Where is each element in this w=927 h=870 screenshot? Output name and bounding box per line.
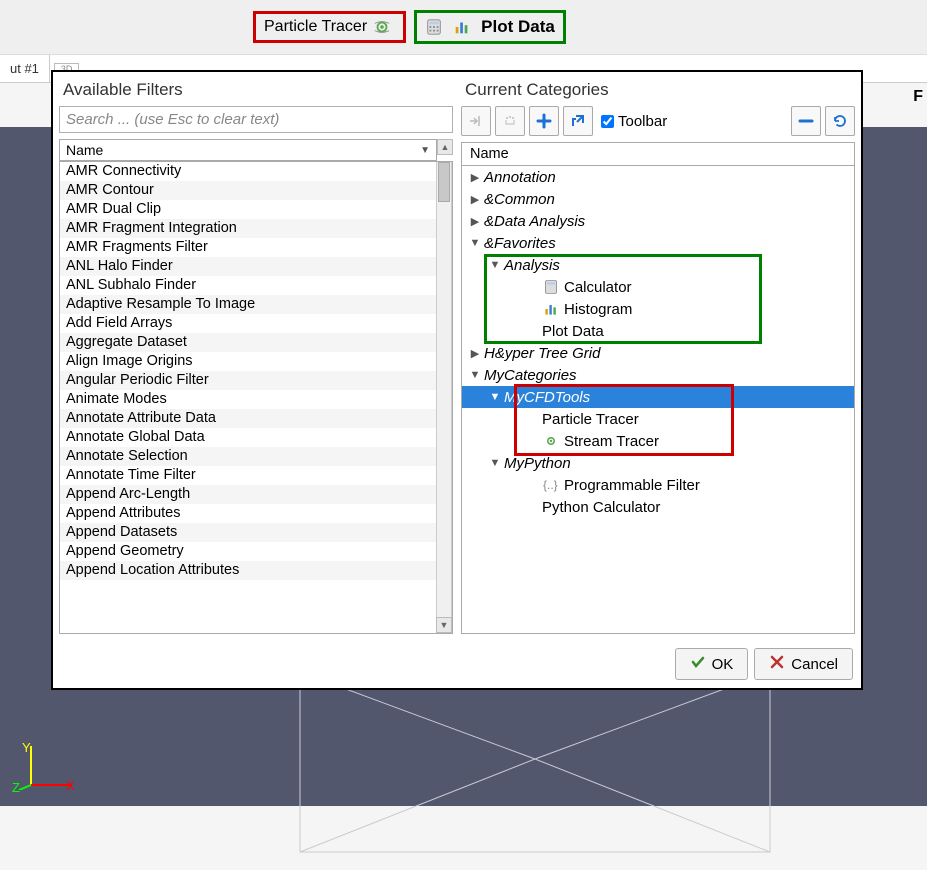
dialog-footer: OK Cancel — [53, 640, 861, 688]
toolbar-group-plot-data[interactable]: Plot Data — [414, 10, 566, 44]
search-input[interactable] — [59, 106, 453, 133]
filter-row[interactable]: ANL Subhalo Finder — [60, 276, 436, 295]
toolbar-group-particle-tracer[interactable]: Particle Tracer — [253, 11, 406, 43]
tree-name-header[interactable]: Name — [462, 143, 854, 166]
filter-row[interactable]: Annotate Time Filter — [60, 466, 436, 485]
filter-row[interactable]: Adaptive Resample To Image — [60, 295, 436, 314]
tree-item-particle-tracer[interactable]: Particle Tracer — [462, 408, 854, 430]
current-categories-panel: Current Categories Toolbar Name ▶Annotat… — [461, 78, 855, 634]
ok-check-icon — [690, 654, 706, 674]
filter-row[interactable]: AMR Contour — [60, 181, 436, 200]
cancel-button[interactable]: Cancel — [754, 648, 853, 680]
calculator-icon — [542, 278, 560, 296]
filter-row[interactable]: Append Geometry — [60, 542, 436, 561]
collapse-arrow-icon[interactable]: ▼ — [488, 457, 502, 469]
filter-row[interactable]: Append Attributes — [60, 504, 436, 523]
collapse-arrow-icon[interactable]: ▼ — [488, 391, 502, 403]
sort-indicator-icon: ▼ — [420, 145, 430, 156]
collapse-arrow-icon[interactable]: ▼ — [468, 369, 482, 381]
tree-item-programmable-filter[interactable]: {..}Programmable Filter — [462, 474, 854, 496]
tree-item-common[interactable]: ▶&Common — [462, 188, 854, 210]
right-marker: F — [913, 88, 923, 106]
filter-row[interactable]: Append Location Attributes — [60, 561, 436, 580]
tree-item-annotation[interactable]: ▶Annotation — [462, 166, 854, 188]
filters-name-header[interactable]: Name ▼ — [59, 139, 437, 161]
tree-item-my-cfd-tools[interactable]: ▼MyCFDTools — [462, 386, 854, 408]
histogram-icon — [542, 300, 560, 318]
tree-item-my-python[interactable]: ▼MyPython — [462, 452, 854, 474]
tree-item-favorites[interactable]: ▼&Favorites — [462, 232, 854, 254]
toolbar-checkbox[interactable]: Toolbar — [601, 113, 667, 130]
filters-dialog: Available Filters Name ▼ ▲ AMR Connectiv… — [51, 70, 863, 690]
scroll-down-button[interactable]: ▼ — [436, 617, 452, 633]
filter-row[interactable]: AMR Fragments Filter — [60, 238, 436, 257]
expand-arrow-icon[interactable]: ▶ — [468, 193, 482, 206]
filter-row[interactable]: Animate Modes — [60, 390, 436, 409]
available-filters-title: Available Filters — [63, 80, 451, 100]
application-toolbar: Particle Tracer Plot Data — [0, 0, 927, 55]
add-button[interactable] — [529, 106, 559, 136]
calculator-icon — [425, 18, 443, 36]
stream-tracer-icon — [373, 18, 391, 36]
cancel-x-icon — [769, 654, 785, 674]
histogram-icon — [453, 18, 471, 36]
tree-item-hyper-tree-grid[interactable]: ▶H&yper Tree Grid — [462, 342, 854, 364]
wireframe-box — [295, 667, 775, 867]
grab-button[interactable] — [495, 106, 525, 136]
export-button[interactable] — [563, 106, 593, 136]
expand-arrow-icon[interactable]: ▶ — [468, 171, 482, 184]
filter-row[interactable]: Angular Periodic Filter — [60, 371, 436, 390]
ok-button[interactable]: OK — [675, 648, 749, 680]
available-filters-panel: Available Filters Name ▼ ▲ AMR Connectiv… — [59, 78, 453, 634]
tree-item-analysis[interactable]: ▼Analysis — [462, 254, 854, 276]
scrollbar[interactable]: ▼ — [436, 162, 452, 633]
svg-text:{..}: {..} — [543, 478, 558, 492]
filter-row[interactable]: Annotate Global Data — [60, 428, 436, 447]
tree-item-plot-data[interactable]: Plot Data — [462, 320, 854, 342]
scroll-thumb[interactable] — [438, 162, 450, 202]
filter-row[interactable]: AMR Connectivity — [60, 162, 436, 181]
collapse-arrow-icon[interactable]: ▼ — [488, 259, 502, 271]
tree-item-python-calculator[interactable]: Python Calculator — [462, 496, 854, 518]
tree-item-stream-tracer[interactable]: Stream Tracer — [462, 430, 854, 452]
collapse-arrow-icon[interactable]: ▼ — [468, 237, 482, 249]
categories-toolbar: Toolbar — [461, 106, 855, 136]
filter-row[interactable]: Align Image Origins — [60, 352, 436, 371]
tree-item-calculator[interactable]: Calculator — [462, 276, 854, 298]
axis-y-label: Y — [22, 740, 31, 755]
filter-row[interactable]: ANL Halo Finder — [60, 257, 436, 276]
remove-button[interactable] — [791, 106, 821, 136]
tree-item-data-analysis[interactable]: ▶&Data Analysis — [462, 210, 854, 232]
expand-arrow-icon[interactable]: ▶ — [468, 347, 482, 360]
expand-arrow-icon[interactable]: ▶ — [468, 215, 482, 228]
filter-row[interactable]: Append Arc-Length — [60, 485, 436, 504]
tree-item-my-categories[interactable]: ▼MyCategories — [462, 364, 854, 386]
filter-row[interactable]: Aggregate Dataset — [60, 333, 436, 352]
plot-data-label: Plot Data — [481, 17, 555, 37]
current-categories-title: Current Categories — [465, 80, 853, 100]
layout-tab[interactable]: ut #1 — [0, 55, 50, 82]
scroll-up-button[interactable]: ▲ — [437, 139, 453, 155]
axis-z-label: Z — [12, 780, 20, 795]
filter-row[interactable]: Annotate Selection — [60, 447, 436, 466]
axis-x-label: X — [66, 778, 75, 793]
filter-row[interactable]: AMR Dual Clip — [60, 200, 436, 219]
filters-list[interactable]: AMR ConnectivityAMR ContourAMR Dual Clip… — [60, 162, 436, 633]
filter-row[interactable]: AMR Fragment Integration — [60, 219, 436, 238]
tree-item-histogram[interactable]: Histogram — [462, 298, 854, 320]
move-right-button[interactable] — [461, 106, 491, 136]
refresh-button[interactable] — [825, 106, 855, 136]
filter-row[interactable]: Append Datasets — [60, 523, 436, 542]
filter-row[interactable]: Add Field Arrays — [60, 314, 436, 333]
filter-row[interactable]: Annotate Attribute Data — [60, 409, 436, 428]
particle-tracer-label: Particle Tracer — [264, 18, 367, 36]
code-braces-icon: {..} — [542, 476, 560, 494]
categories-tree[interactable]: ▶Annotation ▶&Common ▶&Data Analysis ▼&F… — [462, 166, 854, 518]
stream-tracer-icon — [542, 432, 560, 450]
